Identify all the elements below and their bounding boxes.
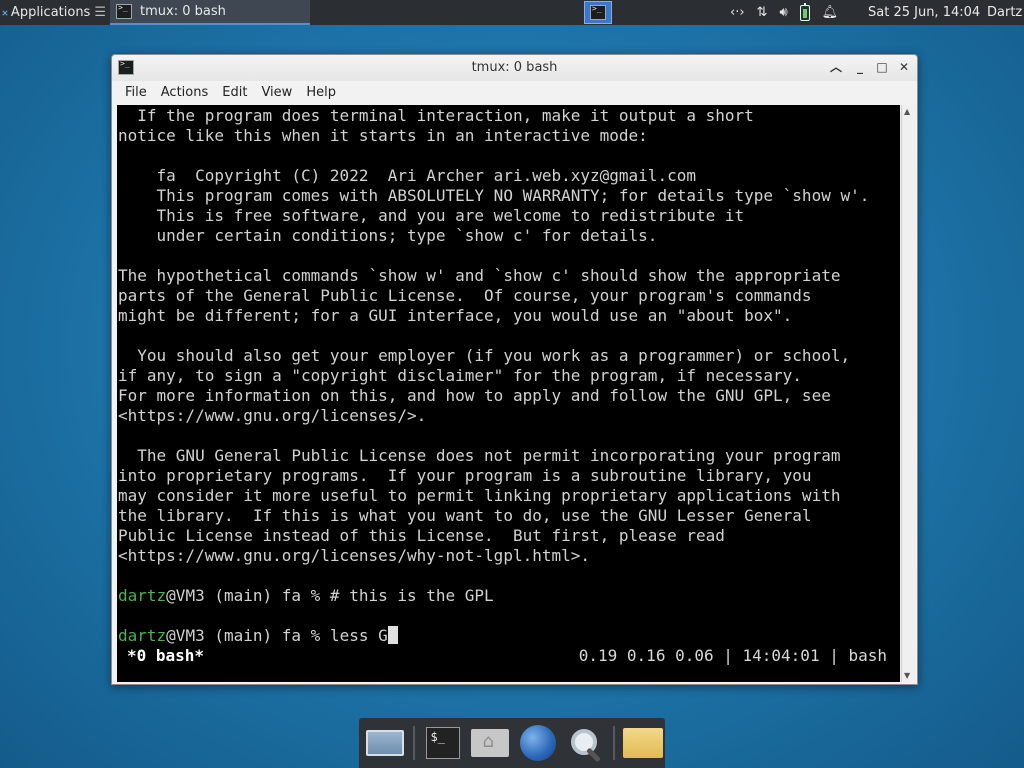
applications-label: Applications <box>10 5 91 20</box>
home-folder-launcher[interactable] <box>469 721 512 765</box>
terminal-icon <box>116 3 132 19</box>
prompt-user: dartz <box>118 586 167 605</box>
terminal-launcher[interactable]: $_ <box>422 721 465 765</box>
prompt-user: dartz <box>118 626 167 645</box>
terminal-line: parts of the General Public License. Of … <box>118 286 812 305</box>
volume-icon[interactable]: 🔊︎ <box>779 0 787 25</box>
terminal-line: notice like this when it starts in an in… <box>118 126 648 145</box>
transfer-icon[interactable]: ⇅ <box>757 0 768 25</box>
terminal-output[interactable]: If the program does terminal interaction… <box>117 105 900 682</box>
terminal-line: If the program does terminal interaction… <box>118 106 754 125</box>
system-tray: ‹·› ⇅ 🔊︎ 🔔︎ <box>730 0 838 25</box>
network-arrows-icon[interactable]: ‹·› <box>730 0 745 25</box>
terminal-line: might be different; for a GUI interface,… <box>118 306 793 325</box>
applications-suffix-icon: ☰ <box>94 5 106 20</box>
menu-file[interactable]: File <box>118 81 154 105</box>
window-titlebar[interactable]: tmux: 0 bash ︿ _ □ ✕ <box>112 55 917 81</box>
menu-bar: File Actions Edit View Help <box>112 81 917 105</box>
dock-separator <box>613 726 615 760</box>
user-menu[interactable]: Dartz <box>987 0 1022 25</box>
tmux-window-list[interactable]: *0 bash* <box>127 646 204 666</box>
terminal-line: may consider it more useful to permit li… <box>118 486 841 505</box>
tmux-status-bar: *0 bash* 0.19 0.16 0.06 | 14:04:01 | bas… <box>117 646 900 666</box>
xfce-logo-icon <box>2 9 8 16</box>
bell-icon[interactable]: 🔔︎ <box>822 0 839 25</box>
terminal-line: <https://www.gnu.org/licenses/>. <box>118 406 427 425</box>
home-folder-icon <box>471 729 510 757</box>
terminal-line: the library. If this is what you want to… <box>118 506 812 525</box>
applications-menu[interactable]: Applications ☰ <box>0 0 110 25</box>
menu-view[interactable]: View <box>254 81 299 105</box>
menu-edit[interactable]: Edit <box>215 81 254 105</box>
terminal-icon <box>590 4 606 20</box>
terminal-line: You should also get your employer (if yo… <box>118 346 851 365</box>
taskbar-window-button[interactable]: tmux: 0 bash <box>110 0 310 25</box>
terminal-line: Public License instead of this License. … <box>118 526 725 545</box>
tmux-status-right: 0.19 0.16 0.06 | 14:04:01 | bash <box>578 646 887 665</box>
terminal-line: fa Copyright (C) 2022 Ari Archer ari.web… <box>118 166 696 185</box>
terminal-line: The GNU General Public License does not … <box>118 446 841 465</box>
show-desktop-button[interactable] <box>363 721 406 765</box>
minimize-icon[interactable]: _ <box>852 59 868 75</box>
menu-actions[interactable]: Actions <box>154 81 216 105</box>
search-icon <box>565 723 605 763</box>
terminal-icon: $_ <box>426 727 461 759</box>
web-browser-launcher[interactable] <box>516 721 559 765</box>
top-panel: Applications ☰ tmux: 0 bash ‹·› ⇅ 🔊︎ 🔔︎ … <box>0 0 1024 25</box>
scroll-down-icon[interactable]: ▼ <box>904 671 910 680</box>
terminal-line: The hypothetical commands `show w' and `… <box>118 266 841 285</box>
clock[interactable]: Sat 25 Jun, 14:04 <box>868 0 980 25</box>
maximize-icon[interactable]: □ <box>874 59 890 75</box>
taskbar-window-title: tmux: 0 bash <box>140 4 226 19</box>
prompt-command: @VM3 (main) fa % # this is the GPL <box>166 586 494 605</box>
folder-launcher[interactable] <box>622 721 665 765</box>
prompt-command: @VM3 (main) fa % less G <box>166 626 388 645</box>
terminal-line: <https://www.gnu.org/licenses/why-not-lg… <box>118 546 591 565</box>
terminal-line: into proprietary programs. If your progr… <box>118 466 812 485</box>
terminal-line: if any, to sign a "copyright disclaimer"… <box>118 366 802 385</box>
battery-icon[interactable] <box>799 2 810 21</box>
window-title: tmux: 0 bash <box>471 60 558 75</box>
terminal-line: For more information on this, and how to… <box>118 386 831 405</box>
terminal-window: tmux: 0 bash ︿ _ □ ✕ File Actions Edit V… <box>111 54 918 685</box>
terminal-line: under certain conditions; type `show c' … <box>118 226 658 245</box>
terminal-line: This is free software, and you are welco… <box>118 206 745 225</box>
close-icon[interactable]: ✕ <box>896 59 912 75</box>
folder-icon <box>623 728 664 758</box>
terminal-text: If the program does terminal interaction… <box>118 106 900 586</box>
terminal-line: This program comes with ABSOLUTELY NO WA… <box>118 186 870 205</box>
dock-separator <box>413 726 415 760</box>
scroll-up-icon[interactable]: ▲ <box>904 107 910 116</box>
app-finder-launcher[interactable] <box>563 721 606 765</box>
dock: $_ <box>359 718 665 768</box>
menu-help[interactable]: Help <box>299 81 343 105</box>
terminal-scrollbar[interactable]: ▲ ▼ <box>901 105 915 682</box>
chevron-up-icon[interactable]: ︿ <box>828 59 844 75</box>
prompt-line-current: dartz@VM3 (main) fa % less G <box>118 626 900 646</box>
text-cursor <box>387 626 398 644</box>
workspace-switcher[interactable] <box>584 1 612 24</box>
prompt-line: dartz@VM3 (main) fa % # this is the GPL <box>118 586 900 606</box>
desktop-icon <box>365 730 404 756</box>
web-browser-icon <box>519 725 556 761</box>
